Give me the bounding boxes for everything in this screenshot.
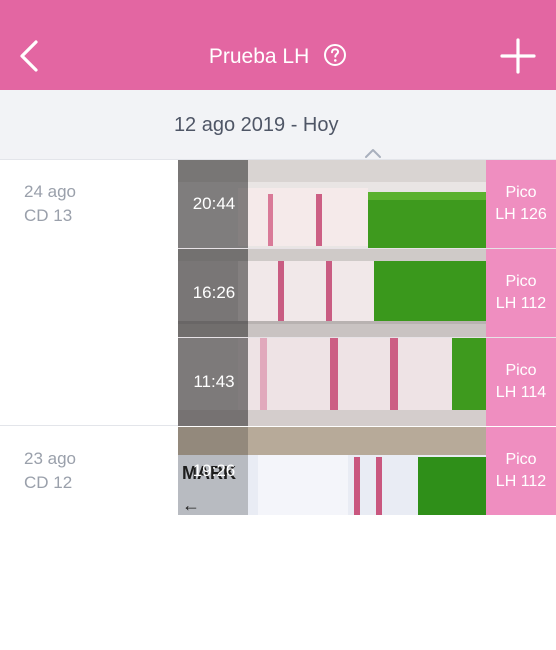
day-label: 24 ago CD 13 [24,180,76,228]
day-group: 23 ago CD 12 MARK ← 19:26 Pico LH 112 [0,427,556,515]
test-row[interactable]: 20:44 Pico LH 126 [178,160,556,248]
test-row[interactable]: 16:26 Pico LH 112 [178,249,556,337]
day-date: 24 ago [24,182,76,201]
test-row[interactable]: 11:43 Pico LH 114 [178,338,556,426]
date-range-bar[interactable]: 12 ago 2019 - Hoy [0,90,556,160]
plus-icon [500,38,536,74]
result-status: Pico [505,273,537,290]
cycle-day: CD 13 [24,206,73,225]
test-time: 20:44 [192,194,236,213]
result-badge: Pico LH 126 [486,160,556,248]
result-value: LH 112 [495,473,547,490]
day-group: 24 ago CD 13 20:44 Pico LH 126 16:26 Pic… [0,160,556,426]
question-circle-icon [324,44,347,67]
result-value: LH 112 [495,295,547,312]
day-label: 23 ago CD 12 [24,447,76,495]
add-test-button[interactable] [500,38,536,74]
result-status: Pico [505,451,537,468]
result-badge: Pico LH 114 [486,338,556,426]
chevron-up-icon [365,148,382,158]
test-row[interactable]: MARK ← 19:26 Pico LH 112 [178,427,556,515]
result-badge: Pico LH 112 [486,427,556,515]
result-badge: Pico LH 112 [486,249,556,337]
test-time: 16:26 [192,283,236,302]
date-range-label: 12 ago 2019 - Hoy [173,114,339,136]
test-time: 11:43 [193,372,235,391]
result-status: Pico [505,184,537,201]
collapse-toggle[interactable] [364,118,382,158]
result-status: Pico [505,362,537,379]
test-time: 19:26 [192,461,236,480]
page-title-wrap: Prueba LH [0,42,556,72]
result-value: LH 126 [495,206,547,223]
help-button[interactable] [323,43,347,67]
result-value: LH 114 [495,384,547,401]
cycle-day: CD 12 [24,473,73,492]
day-date: 23 ago [24,449,76,468]
page-title: Prueba LH [208,45,310,68]
app-header: Prueba LH [0,0,556,90]
